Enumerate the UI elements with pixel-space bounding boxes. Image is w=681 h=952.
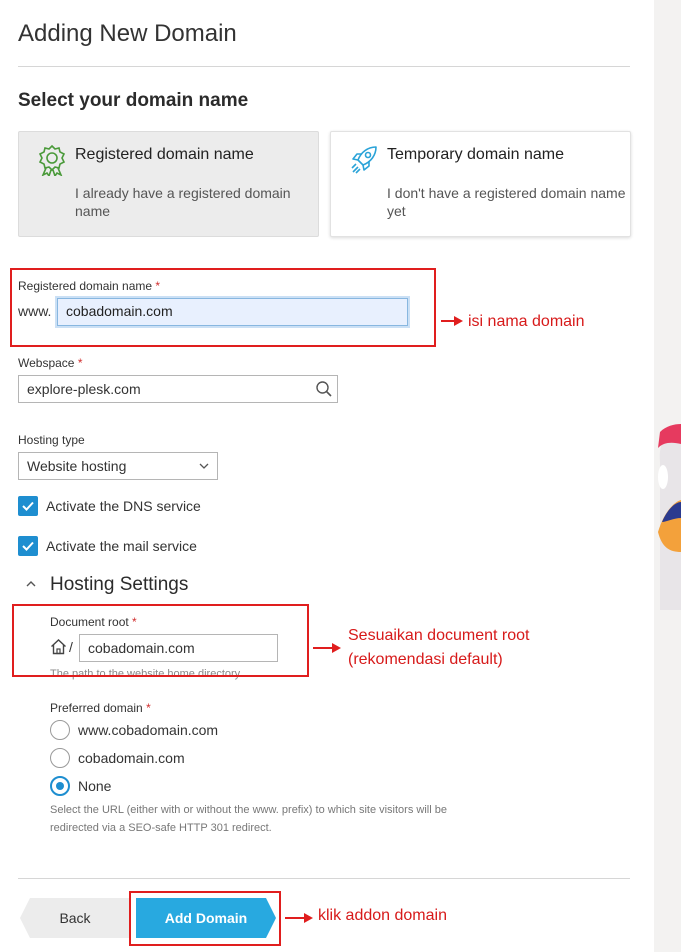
checkmark-icon: [22, 501, 34, 511]
section-title: Select your domain name: [18, 90, 249, 111]
annotation-domain-note: isi nama domain: [468, 313, 585, 330]
preferred-domain-label-text: Preferred domain: [50, 701, 143, 715]
annotation-box-domain: [10, 268, 436, 347]
preferred-domain-label: Preferred domain *: [50, 701, 151, 715]
annotation-box-docroot: [12, 604, 309, 677]
dns-checkbox-label[interactable]: Activate the DNS service: [46, 498, 201, 514]
search-icon[interactable]: [315, 380, 333, 398]
temporary-domain-card[interactable]: Temporary domain name I don't have a reg…: [330, 131, 631, 237]
preferred-domain-description: Select the URL (either with or without t…: [50, 804, 447, 834]
page-title: Adding New Domain: [18, 20, 237, 47]
badge-icon: [38, 144, 66, 176]
annotation-add-note: klik addon domain: [318, 907, 447, 924]
webspace-label-text: Webspace: [18, 356, 75, 370]
webspace-input[interactable]: explore-plesk.com: [18, 375, 338, 403]
annotation-docroot-note-line2: (rekomendasi default): [348, 651, 503, 668]
webspace-label: Webspace *: [18, 356, 83, 370]
card-title: Temporary domain name: [387, 146, 564, 163]
back-button[interactable]: Back: [20, 898, 130, 938]
mail-checkbox[interactable]: [18, 536, 38, 556]
mail-checkbox-label[interactable]: Activate the mail service: [46, 538, 197, 554]
registered-domain-card[interactable]: Registered domain name I already have a …: [18, 131, 319, 237]
arrow-icon: [441, 316, 463, 326]
radio-plain-domain[interactable]: [50, 748, 70, 768]
hosting-type-value: Website hosting: [27, 458, 127, 474]
radio-www-domain[interactable]: [50, 720, 70, 740]
hosting-settings-title[interactable]: Hosting Settings: [50, 574, 188, 596]
rocket-icon: [351, 146, 377, 174]
checkmark-icon: [22, 541, 34, 551]
hosting-type-label: Hosting type: [18, 433, 85, 447]
arrow-icon: [285, 913, 313, 923]
card-title: Registered domain name: [75, 146, 254, 163]
radio-label-www-domain[interactable]: www.cobadomain.com: [78, 722, 218, 738]
radio-label-plain-domain[interactable]: cobadomain.com: [78, 750, 185, 766]
card-description: I don't have a registered domain name ye…: [387, 185, 626, 219]
required-mark: *: [77, 356, 83, 370]
card-description: I already have a registered domain name: [75, 185, 291, 219]
dns-checkbox[interactable]: [18, 496, 38, 516]
title-divider: [18, 66, 630, 67]
annotation-box-add-domain: [129, 891, 281, 946]
radio-label-none[interactable]: None: [78, 778, 111, 794]
chevron-down-icon: [199, 463, 209, 469]
annotation-docroot-note-line1: Sesuaikan document root: [348, 627, 530, 644]
footer-divider: [18, 878, 630, 879]
webspace-value: explore-plesk.com: [27, 381, 141, 397]
chevron-up-icon[interactable]: [25, 578, 37, 590]
mascot-illustration: [658, 424, 681, 610]
required-mark: *: [146, 701, 151, 715]
hosting-type-select[interactable]: Website hosting: [18, 452, 218, 480]
arrow-icon: [313, 643, 341, 653]
radio-none[interactable]: [50, 776, 70, 796]
